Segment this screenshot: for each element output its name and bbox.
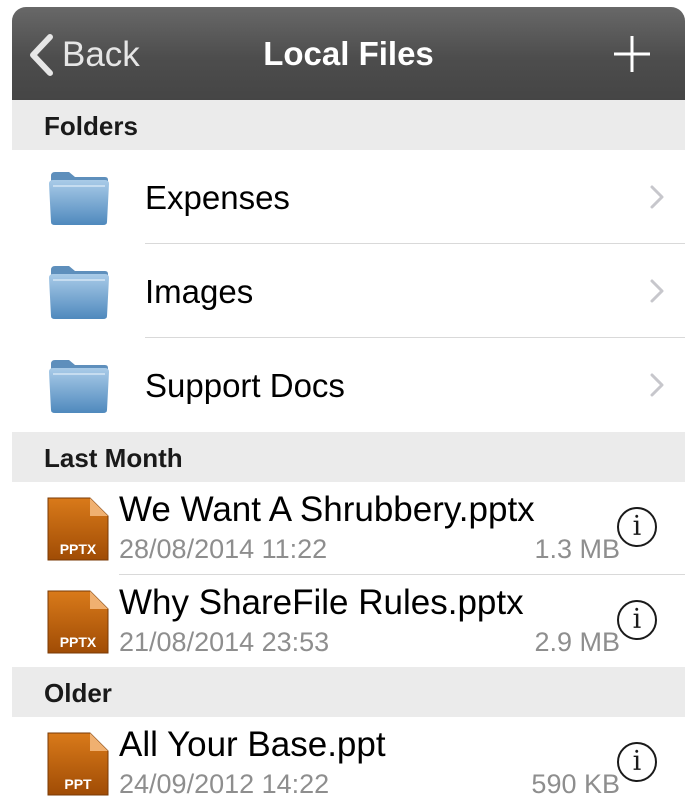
folder-name: Images <box>145 273 254 310</box>
ppt-file-icon: PPT <box>47 732 109 796</box>
file-size: 2.9 MB <box>534 627 620 657</box>
info-button[interactable]: i <box>617 600 657 640</box>
file-date: 21/08/2014 23:53 <box>119 627 330 657</box>
file-name: All Your Base.ppt <box>119 725 386 764</box>
file-type-label: PPTX <box>60 634 97 650</box>
plus-icon <box>614 36 650 72</box>
file-date: 24/09/2012 14:22 <box>119 769 330 799</box>
folder-row-support-docs[interactable]: Support Docs <box>12 338 685 432</box>
folder-icon <box>49 266 109 319</box>
file-name: We Want A Shrubbery.pptx <box>119 490 535 529</box>
section-header-folders: Folders <box>12 100 685 150</box>
folder-icon <box>49 172 109 225</box>
file-type-label: PPTX <box>60 541 97 557</box>
page-title: Local Files <box>263 35 434 72</box>
chevron-right-icon <box>650 279 664 303</box>
file-size: 1.3 MB <box>534 534 620 564</box>
chevron-right-icon <box>650 373 664 397</box>
navigation-bar: Back Local Files <box>12 7 685 100</box>
file-row[interactable]: PPTX Why ShareFile Rules.pptx 21/08/2014… <box>12 575 685 667</box>
info-button[interactable]: i <box>617 742 657 782</box>
file-row[interactable]: PPT All Your Base.ppt 24/09/2012 14:22 5… <box>12 717 685 800</box>
pptx-file-icon: PPTX <box>47 590 109 654</box>
file-row[interactable]: PPTX We Want A Shrubbery.pptx 28/08/2014… <box>12 482 685 574</box>
pptx-file-icon: PPTX <box>47 497 109 561</box>
folder-icon <box>49 360 109 413</box>
file-size: 590 KB <box>531 769 620 799</box>
screen: Back Local Files Folders Expenses Images… <box>12 7 685 800</box>
file-name: Why ShareFile Rules.pptx <box>119 583 524 622</box>
section-header-older: Older <box>12 667 685 717</box>
folder-name: Expenses <box>145 179 290 216</box>
file-type-label: PPT <box>64 776 92 792</box>
folder-row-images[interactable]: Images <box>12 244 685 338</box>
folder-row-expenses[interactable]: Expenses <box>12 150 685 244</box>
chevron-right-icon <box>650 185 664 209</box>
info-button[interactable]: i <box>617 507 657 547</box>
folder-name: Support Docs <box>145 367 345 404</box>
add-button[interactable] <box>612 34 652 79</box>
file-date: 28/08/2014 11:22 <box>119 534 328 564</box>
section-header-last-month: Last Month <box>12 432 685 482</box>
